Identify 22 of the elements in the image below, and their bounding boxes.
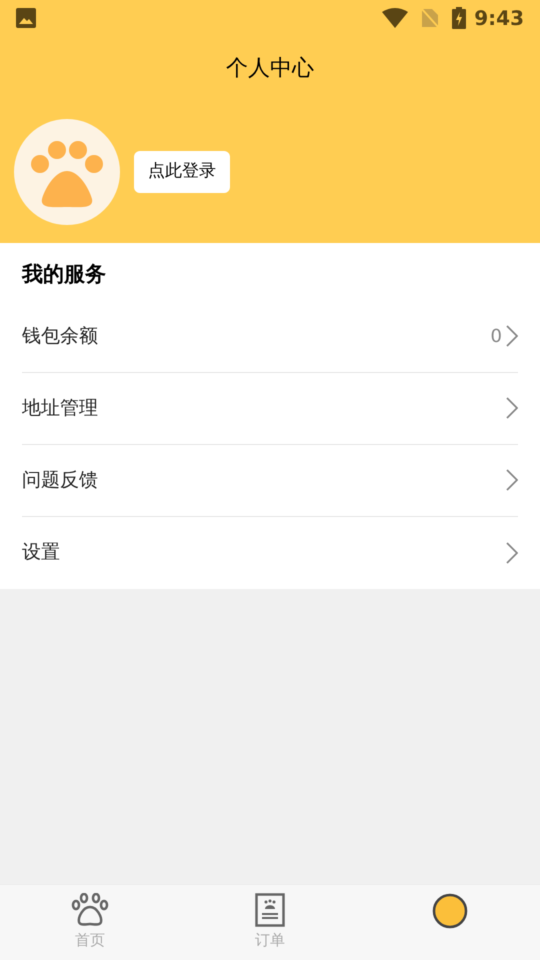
menu-label: 设置: [22, 540, 61, 566]
menu-label: 问题反馈: [22, 468, 99, 493]
login-button[interactable]: 点此登录: [134, 151, 230, 193]
battery-charging-icon: [452, 7, 466, 29]
page-title: 个人中心: [225, 55, 315, 83]
menu-row[interactable]: 地址管理: [22, 372, 518, 444]
avatar-paw-icon: [14, 119, 120, 225]
menu-label: 钱包余额: [22, 324, 99, 349]
menu-value: 0: [490, 324, 502, 348]
chevron-right-icon: [506, 469, 518, 491]
menu-row[interactable]: 设置: [22, 516, 518, 588]
no-sim-icon: [420, 7, 440, 29]
chevron-right-icon: [506, 397, 518, 419]
wifi-icon: [382, 8, 408, 28]
status-time: 9:43: [474, 5, 524, 32]
section-title: 我的服务: [22, 261, 107, 288]
menu-label: 地址管理: [22, 396, 99, 421]
menu-row[interactable]: 钱包余额 0: [22, 300, 518, 372]
menu-row[interactable]: 问题反馈: [22, 444, 518, 516]
chevron-right-icon: [506, 542, 518, 564]
image-icon: [16, 8, 36, 28]
chevron-right-icon: [506, 325, 518, 347]
